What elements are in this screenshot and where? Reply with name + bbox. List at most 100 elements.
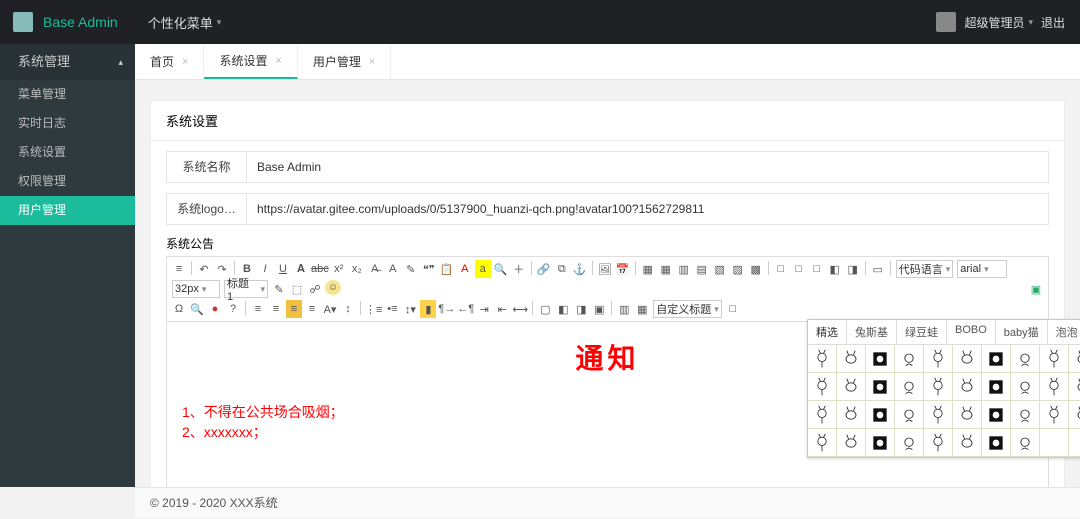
subscript-icon[interactable]: x₂ [349, 260, 365, 278]
highlight-icon[interactable]: ▮ [420, 300, 436, 318]
fontborder-icon[interactable]: 𝐀 [293, 260, 309, 278]
emoji-cell[interactable] [924, 345, 953, 373]
imagenone-icon[interactable]: ▢ [537, 300, 553, 318]
emoji-cell[interactable] [895, 401, 924, 429]
pasteplain-icon[interactable]: 📋 [439, 260, 455, 278]
emoji-tab[interactable]: 绿豆蛙 [897, 320, 947, 344]
tool-icon[interactable]: ▥ [616, 300, 632, 318]
emoji-tab[interactable]: 精选 [808, 320, 847, 344]
logout-button[interactable]: 退出 [1041, 14, 1065, 31]
autotypeset-icon[interactable]: ✎ [403, 260, 419, 278]
brand-title[interactable]: Base Admin [43, 14, 118, 30]
orderedlist-icon[interactable]: ⋮≡ [365, 300, 382, 318]
emoji-cell[interactable] [924, 373, 953, 401]
emoji-cell[interactable] [808, 373, 837, 401]
close-icon[interactable]: × [182, 56, 188, 68]
help-icon[interactable]: ? [225, 300, 241, 318]
rowspacing-icon[interactable]: ↕ [340, 300, 356, 318]
emoji-cell[interactable] [895, 373, 924, 401]
emoji-cell[interactable] [1011, 345, 1040, 373]
tool-icon[interactable]: ▥ [676, 260, 692, 278]
emoji-cell[interactable] [837, 401, 866, 429]
emoji-cell[interactable] [1011, 401, 1040, 429]
tool-icon[interactable]: □ [809, 260, 825, 278]
sidebar-item-menu[interactable]: 菜单管理 [0, 80, 135, 109]
emoji-tab[interactable]: BOBO [947, 320, 996, 344]
anchor-icon[interactable]: ⚓ [572, 260, 588, 278]
emoji-cell[interactable] [982, 401, 1011, 429]
emoji-cell[interactable] [1069, 373, 1080, 401]
searchreplace-icon[interactable]: 🔍 [189, 300, 205, 318]
emoji-cell[interactable] [866, 373, 895, 401]
emoji-cell[interactable] [1040, 345, 1069, 373]
emoji-cell[interactable] [808, 429, 837, 457]
removeformat-icon[interactable]: A̶ [367, 260, 383, 278]
tab-system-settings[interactable]: 系统设置× [204, 44, 297, 79]
fontcolor-icon[interactable]: A [457, 260, 473, 278]
emoji-cell[interactable] [1040, 373, 1069, 401]
sidebar-item-user[interactable]: 用户管理 [0, 196, 135, 225]
fontsize-select[interactable]: 32px [172, 280, 220, 298]
emoji-cell[interactable] [924, 429, 953, 457]
emoji-cell[interactable] [953, 373, 982, 401]
customtitle-select[interactable]: 自定义标题 [653, 300, 722, 318]
source-icon[interactable]: ≡ [171, 260, 187, 278]
emoji-cell[interactable] [837, 373, 866, 401]
emoji-cell[interactable] [1011, 429, 1040, 457]
close-icon[interactable]: × [275, 55, 281, 67]
emoji-cell[interactable] [1040, 401, 1069, 429]
link-icon[interactable]: 🔗 [536, 260, 552, 278]
emoji-icon[interactable]: ☺ [325, 280, 341, 295]
date-icon[interactable]: 📅 [615, 260, 631, 278]
emoji-cell[interactable] [1011, 373, 1040, 401]
emoji-cell[interactable] [895, 345, 924, 373]
top-menu-personal[interactable]: 个性化菜单 ▾ [148, 13, 222, 32]
directionrtl-icon[interactable]: ←¶ [457, 300, 474, 318]
map-icon[interactable]: ● [207, 300, 223, 318]
sidebar-item-permission[interactable]: 权限管理 [0, 167, 135, 196]
indent-icon[interactable]: ⇥ [476, 300, 492, 318]
tool-icon[interactable]: ✎ [271, 280, 287, 298]
underline-icon[interactable]: U [275, 260, 291, 278]
superscript-icon[interactable]: x² [331, 260, 347, 278]
tab-home[interactable]: 首页× [135, 44, 204, 79]
tab-user-manage[interactable]: 用户管理× [298, 44, 391, 79]
unorderedlist-icon[interactable]: •≡ [384, 300, 400, 318]
emoji-cell[interactable] [953, 429, 982, 457]
tool-icon[interactable]: □ [791, 260, 807, 278]
tool-icon[interactable]: ▤ [694, 260, 710, 278]
emoji-cell[interactable] [982, 429, 1011, 457]
tool-icon[interactable]: ▦ [640, 260, 656, 278]
imagecenter-icon[interactable]: ▣ [591, 300, 607, 318]
emoji-cell[interactable] [953, 345, 982, 373]
tool-icon[interactable]: ☍ [307, 280, 323, 298]
emoji-cell[interactable] [866, 429, 895, 457]
emoji-cell[interactable] [866, 401, 895, 429]
strike-icon[interactable]: abc [311, 260, 329, 278]
user-avatar[interactable] [936, 12, 956, 32]
lineheight-icon[interactable]: ↕▾ [402, 300, 418, 318]
input-system-name[interactable]: Base Admin [247, 160, 1048, 174]
tool-icon[interactable]: ▦ [658, 260, 674, 278]
tool-icon[interactable]: □ [773, 260, 789, 278]
imageright-icon[interactable]: ◨ [573, 300, 589, 318]
emoji-cell[interactable] [837, 345, 866, 373]
emoji-cell[interactable] [1069, 429, 1080, 457]
tool-icon[interactable]: ◧ [827, 260, 843, 278]
forecolor-icon[interactable]: A▾ [322, 300, 338, 318]
tool-icon[interactable]: ▩ [748, 260, 764, 278]
user-dropdown[interactable]: 超级管理员 ▾ [964, 14, 1033, 31]
emoji-cell[interactable] [808, 401, 837, 429]
emoji-cell[interactable] [837, 429, 866, 457]
emoji-tab[interactable]: 泡泡 [1048, 320, 1080, 344]
emoji-cell[interactable] [953, 401, 982, 429]
fullscreen-icon[interactable]: ▣ [1028, 280, 1044, 298]
sidebar-item-log[interactable]: 实时日志 [0, 109, 135, 138]
justifyright-icon[interactable]: ≡ [286, 300, 302, 318]
emoji-cell[interactable] [924, 401, 953, 429]
tool-icon[interactable]: ⟷ [512, 300, 528, 318]
codelang-select[interactable]: 代码语言 [896, 260, 954, 278]
fontfamily-select[interactable]: arial [957, 260, 1007, 278]
tool-icon[interactable]: ⬚ [289, 280, 305, 298]
formatmatch-icon[interactable]: A [385, 260, 401, 278]
